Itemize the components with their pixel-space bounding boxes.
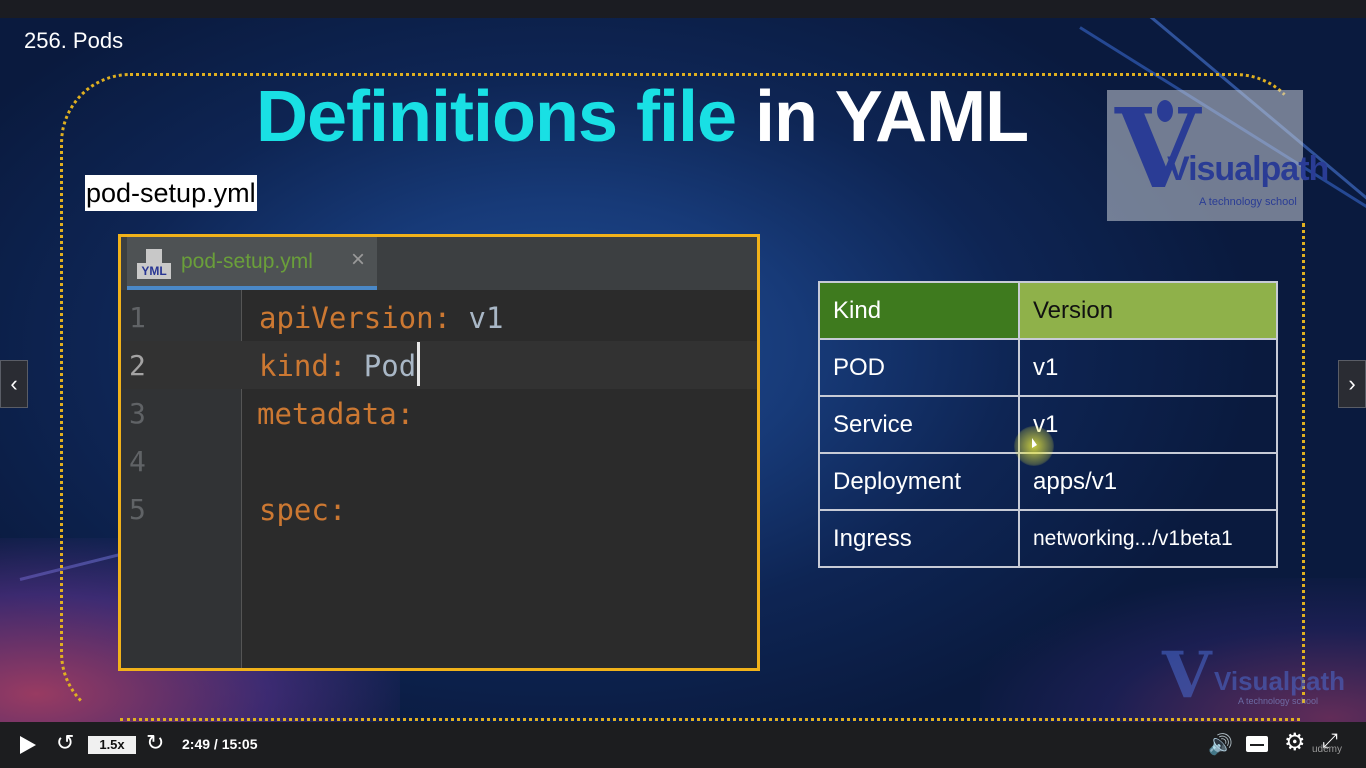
logo-tagline: A technology school <box>1199 196 1297 208</box>
yml-file-icon-label: YML <box>137 263 171 279</box>
slide: 256. Pods Definitions file in YAML V Vis… <box>0 18 1366 730</box>
line-number: 3 <box>129 397 146 430</box>
volume-icon[interactable]: 🔊 <box>1208 732 1233 757</box>
table-row: POD v1 <box>818 338 1278 397</box>
code-line: 1 apiVersion: v1 <box>121 293 757 341</box>
brand-tag: udemy <box>1312 744 1343 755</box>
table-cell-kind: POD <box>818 338 1020 397</box>
watermark-tagline: A technology school <box>1238 696 1319 706</box>
playback-speed-button[interactable]: 1.5x <box>88 736 136 754</box>
slide-title-part2: in YAML <box>755 77 1029 157</box>
watermark-letter: V <box>1162 638 1212 713</box>
slide-title-part1: Definitions file <box>256 77 737 157</box>
editor-tabbar: YML pod-setup.yml × <box>121 237 757 290</box>
line-number: 4 <box>129 445 146 478</box>
gear-icon[interactable]: ⚙ <box>1284 728 1306 757</box>
lecture-title: 256. Pods <box>24 28 124 53</box>
time-display: 2:49 / 15:05 <box>182 736 258 752</box>
captions-icon[interactable] <box>1246 736 1268 752</box>
line-number: 2 <box>129 349 146 382</box>
brand-logo: V Visualpath A technology school <box>1107 90 1329 221</box>
yml-file-icon: YML <box>137 249 171 279</box>
filename-label: pod-setup.yml <box>85 175 257 211</box>
logo-dot <box>1157 100 1173 122</box>
yaml-value: Pod <box>346 349 417 383</box>
text-caret <box>417 342 421 386</box>
table-cell-kind: Ingress <box>818 509 1020 568</box>
line-number: 1 <box>129 301 146 334</box>
code-line: 4 <box>121 437 757 485</box>
table-header-version: Version <box>1018 281 1278 340</box>
logo-name: Visualpath <box>1167 150 1329 188</box>
yaml-key: spec: <box>259 493 347 527</box>
editor-tab-label: pod-setup.yml <box>181 250 313 273</box>
slide-title: Definitions file in YAML <box>256 76 1029 158</box>
yaml-value: v1 <box>451 301 504 335</box>
forward-icon[interactable]: ↻ <box>146 730 164 756</box>
player-controls: ↺ 1.5x ↻ 2:49 / 15:05 🔊 ⚙ ⤢ udemy <box>0 722 1366 768</box>
table-cell-kind: Service <box>818 395 1020 454</box>
line-number: 5 <box>129 493 146 526</box>
table-cell-kind: Deployment <box>818 452 1020 511</box>
dotted-frame <box>1302 223 1305 703</box>
yaml-key: metadata: <box>257 397 415 431</box>
code-editor: YML pod-setup.yml × 1 apiVersion: v1 2 k… <box>118 234 760 671</box>
code-line-current: 2 kind: Pod <box>121 341 757 389</box>
table-cell-version: v1 <box>1018 338 1278 397</box>
dotted-frame <box>120 718 1300 721</box>
close-icon[interactable]: × <box>351 246 365 274</box>
table-cell-version: v1 <box>1018 395 1278 454</box>
code-line: 5 spec: <box>121 485 757 533</box>
table-header-row: Kind Version <box>818 281 1278 340</box>
chevron-left-icon[interactable]: ‹ <box>0 360 28 408</box>
mouse-pointer-icon <box>1032 438 1037 448</box>
table-cell-version: apps/v1 <box>1018 452 1278 511</box>
brand-watermark: V Visualpath A technology school <box>1162 638 1345 713</box>
yaml-key: kind: <box>259 349 347 383</box>
chevron-right-icon[interactable]: › <box>1338 360 1366 408</box>
table-row: Ingress networking.../v1beta1 <box>818 509 1278 568</box>
yaml-key: apiVersion: <box>259 301 452 335</box>
table-header-kind: Kind <box>818 281 1020 340</box>
kind-version-table: Kind Version POD v1 Service v1 Deploymen… <box>818 281 1278 568</box>
code-line: 3 metadata: <box>121 389 757 437</box>
table-cell-version: networking.../v1beta1 <box>1018 509 1278 568</box>
editor-tab[interactable]: YML pod-setup.yml × <box>127 237 377 290</box>
rewind-icon[interactable]: ↺ <box>56 730 74 756</box>
top-strip <box>0 0 1366 18</box>
watermark-name: Visualpath <box>1214 666 1346 696</box>
table-row: Deployment apps/v1 <box>818 452 1278 511</box>
play-icon[interactable] <box>20 736 36 754</box>
